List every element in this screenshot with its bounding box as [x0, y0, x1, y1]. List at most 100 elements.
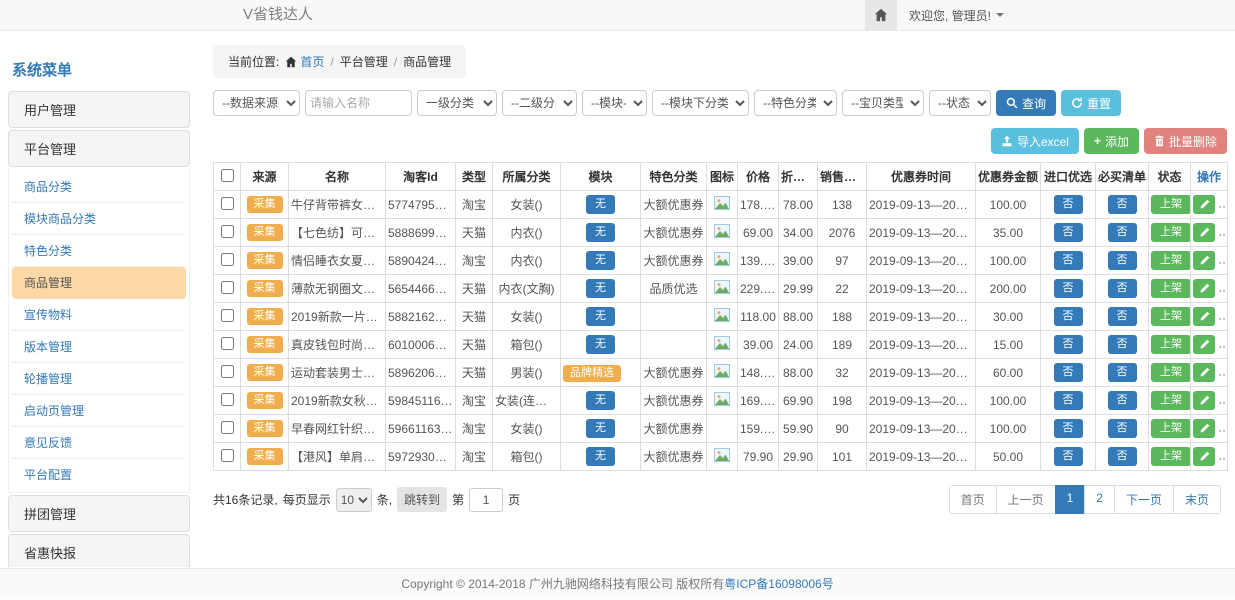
must-buy-button[interactable]: 否	[1108, 307, 1137, 326]
filter-select[interactable]: --数据来源--	[213, 90, 300, 116]
category-cell: 内衣()	[493, 247, 561, 275]
page-size-select[interactable]: 10	[336, 488, 372, 512]
status-button[interactable]: 上架	[1151, 419, 1191, 438]
home-button[interactable]	[865, 0, 897, 30]
source-cell: 采集	[241, 415, 289, 443]
row-checkbox[interactable]	[221, 253, 234, 266]
status-button[interactable]: 上架	[1151, 251, 1191, 270]
edit-button[interactable]	[1193, 363, 1215, 382]
jump-button[interactable]: 跳转到	[397, 487, 447, 512]
filter-select[interactable]: --二级分类--	[502, 90, 577, 116]
page-button[interactable]: 2	[1084, 485, 1115, 514]
must-buy-button[interactable]: 否	[1108, 223, 1137, 242]
row-checkbox[interactable]	[221, 225, 234, 238]
breadcrumb-home-link[interactable]: 首页	[300, 55, 324, 69]
filter-select[interactable]: --特色分类--	[754, 90, 837, 116]
page-button[interactable]: 1	[1055, 485, 1086, 514]
import-pick-button[interactable]: 否	[1054, 195, 1083, 214]
row-checkbox[interactable]	[221, 393, 234, 406]
import-pick-button[interactable]: 否	[1054, 335, 1083, 354]
edit-button[interactable]	[1193, 223, 1215, 242]
taoke-id-cell: 589042420344	[386, 247, 456, 275]
page-button[interactable]: 末页	[1173, 485, 1221, 514]
sidebar-item[interactable]: 意见反馈	[12, 427, 186, 459]
edit-icon	[1199, 367, 1210, 378]
filter-select[interactable]: --状态--	[929, 90, 991, 116]
must-buy-button[interactable]: 否	[1108, 391, 1137, 410]
add-button[interactable]: + 添加	[1084, 128, 1139, 154]
filter-select[interactable]: 一级分类	[417, 90, 497, 116]
edit-button[interactable]	[1193, 391, 1215, 410]
edit-button[interactable]	[1193, 279, 1215, 298]
filter-select[interactable]: --模块下分类--	[652, 90, 749, 116]
sidebar-item[interactable]: 宣传物料	[12, 299, 186, 331]
import-pick-button[interactable]: 否	[1054, 391, 1083, 410]
sidebar-item[interactable]: 特色分类	[12, 235, 186, 267]
filter-select[interactable]: --宝贝类型--	[842, 90, 924, 116]
edit-button[interactable]	[1193, 447, 1215, 466]
import-pick-button[interactable]: 否	[1054, 307, 1083, 326]
row-checkbox[interactable]	[221, 197, 234, 210]
row-checkbox[interactable]	[221, 421, 234, 434]
sidebar-item[interactable]: 轮播管理	[12, 363, 186, 395]
status-button[interactable]: 上架	[1151, 447, 1191, 466]
select-all-checkbox[interactable]	[221, 169, 234, 182]
icp-link[interactable]: 粤ICP备16098006号	[724, 577, 833, 591]
import-pick-button[interactable]: 否	[1054, 447, 1083, 466]
page-button[interactable]: 上一页	[996, 485, 1056, 514]
row-checkbox[interactable]	[221, 281, 234, 294]
status-button[interactable]: 上架	[1151, 391, 1191, 410]
edit-button[interactable]	[1193, 419, 1215, 438]
sidebar-group[interactable]: 省惠快报	[8, 534, 190, 567]
import-excel-button[interactable]: 导入excel	[991, 128, 1079, 154]
row-checkbox-cell	[214, 443, 241, 471]
must-buy-button[interactable]: 否	[1108, 195, 1137, 214]
import-pick-button[interactable]: 否	[1054, 251, 1083, 270]
import-pick-button[interactable]: 否	[1054, 223, 1083, 242]
must-buy-button[interactable]: 否	[1108, 363, 1137, 382]
page-number-input[interactable]	[469, 488, 503, 512]
name-search-input[interactable]	[305, 90, 412, 116]
row-checkbox[interactable]	[221, 365, 234, 378]
price-cell: 148.00	[738, 359, 779, 387]
status-button[interactable]: 上架	[1151, 195, 1191, 214]
sidebar-item[interactable]: 启动页管理	[12, 395, 186, 427]
must-buy-button[interactable]: 否	[1108, 279, 1137, 298]
sidebar-item[interactable]: 商品分类	[12, 171, 186, 203]
column-header: 价格	[738, 163, 779, 191]
edit-button[interactable]	[1193, 307, 1215, 326]
must-buy-button[interactable]: 否	[1108, 419, 1137, 438]
sidebar-group[interactable]: 平台管理	[8, 130, 190, 167]
must-buy-button[interactable]: 否	[1108, 335, 1137, 354]
row-checkbox[interactable]	[221, 449, 234, 462]
import-pick-button[interactable]: 否	[1054, 419, 1083, 438]
import-pick-button[interactable]: 否	[1054, 279, 1083, 298]
edit-button[interactable]	[1193, 251, 1215, 270]
sidebar-group[interactable]: 用户管理	[8, 91, 190, 128]
import-pick-button[interactable]: 否	[1054, 363, 1083, 382]
must-buy-button[interactable]: 否	[1108, 251, 1137, 270]
sidebar-item[interactable]: 版本管理	[12, 331, 186, 363]
user-menu[interactable]: 欢迎您, 管理员!	[897, 0, 1016, 30]
status-button[interactable]: 上架	[1151, 363, 1191, 382]
sidebar-item[interactable]: 模块商品分类	[12, 203, 186, 235]
filter-select[interactable]: --模块--	[582, 90, 647, 116]
status-button[interactable]: 上架	[1151, 223, 1191, 242]
feature-category-cell: 大额优惠券	[641, 415, 707, 443]
status-button[interactable]: 上架	[1151, 335, 1191, 354]
search-button[interactable]: 查询	[996, 90, 1056, 116]
sidebar-group[interactable]: 拼团管理	[8, 495, 190, 532]
row-checkbox[interactable]	[221, 309, 234, 322]
reset-button[interactable]: 重置	[1061, 90, 1121, 116]
sidebar-item[interactable]: 平台配置	[12, 459, 186, 490]
must-buy-button[interactable]: 否	[1108, 447, 1137, 466]
page-button[interactable]: 下一页	[1114, 485, 1174, 514]
status-button[interactable]: 上架	[1151, 279, 1191, 298]
row-checkbox[interactable]	[221, 337, 234, 350]
batch-delete-button[interactable]: 批量删除	[1144, 128, 1227, 154]
sidebar-item[interactable]: 商品管理	[12, 267, 186, 299]
status-button[interactable]: 上架	[1151, 307, 1191, 326]
page-button[interactable]: 首页	[949, 485, 997, 514]
edit-button[interactable]	[1193, 195, 1215, 214]
edit-button[interactable]	[1193, 335, 1215, 354]
